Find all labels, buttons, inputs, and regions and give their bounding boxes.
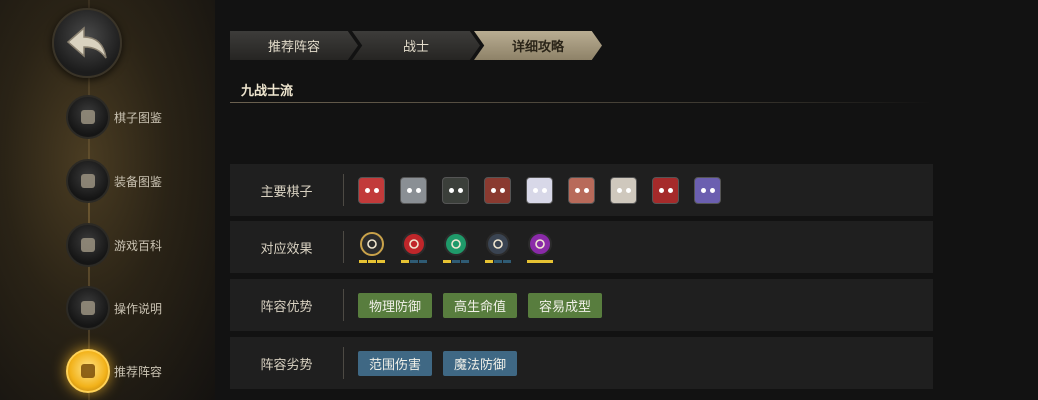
title-divider	[230, 102, 933, 103]
warrior-axe-icon	[359, 231, 384, 256]
pointer-hand-icon	[66, 286, 110, 330]
level-pip	[376, 259, 385, 263]
synergy-effect[interactable]	[400, 231, 427, 263]
breadcrumb: 推荐阵容 战士 详细攻略	[230, 31, 602, 60]
advantage-tag: 容易成型	[528, 292, 603, 318]
synergy-level-pips	[400, 259, 427, 263]
level-pip	[358, 259, 367, 263]
chess-piece-avatar[interactable]	[652, 176, 679, 204]
chess-piece-avatar[interactable]	[442, 176, 469, 204]
book-icon	[66, 223, 110, 267]
chess-piece-avatar[interactable]	[358, 176, 385, 204]
disadvantage-tag: 魔法防御	[443, 350, 518, 376]
sidebar-item-label: 棋子图鉴	[114, 110, 163, 125]
chessboard-icon	[66, 349, 110, 393]
advantage-tag: 高生命值	[443, 292, 518, 318]
level-pip	[367, 259, 376, 263]
breadcrumb-detail[interactable]: 详细攻略	[474, 31, 602, 60]
demon-skull-icon	[527, 231, 552, 256]
row-divider	[343, 347, 344, 379]
synergy-effect[interactable]	[526, 231, 553, 263]
synergy-effect[interactable]	[358, 231, 385, 263]
knight-helm-icon	[485, 231, 510, 256]
synergy-effect[interactable]	[442, 231, 469, 263]
level-pip	[460, 259, 469, 263]
level-pip	[409, 259, 418, 263]
sidebar-item-1[interactable]: 棋子图鉴	[66, 94, 162, 140]
paw-icon	[443, 231, 468, 256]
level-pip	[400, 259, 409, 263]
breadcrumb-recommend[interactable]: 推荐阵容	[230, 31, 358, 60]
back-button[interactable]	[52, 8, 122, 78]
advantages-label: 阵容优势	[260, 299, 313, 315]
main-pieces-row: 主要棋子	[230, 164, 933, 216]
level-pip	[451, 259, 460, 263]
chess-piece-avatar[interactable]	[484, 176, 511, 204]
sidebar-item-label: 装备图鉴	[114, 174, 163, 189]
synergy-effect[interactable]	[484, 231, 511, 263]
chess-piece-avatar[interactable]	[610, 176, 637, 204]
red-arc-icon	[401, 231, 426, 256]
breadcrumb-warrior[interactable]: 战士	[352, 31, 480, 60]
effects-label: 对应效果	[260, 241, 313, 257]
knight-chess-icon	[66, 95, 110, 139]
level-pip	[493, 259, 502, 263]
sidebar-item-4[interactable]: 操作说明	[66, 285, 162, 331]
chess-piece-avatar[interactable]	[526, 176, 553, 204]
disadvantages-label: 阵容劣势	[260, 357, 313, 373]
sidebar-item-label: 推荐阵容	[114, 364, 163, 379]
synergy-level-pips	[442, 259, 469, 263]
back-arrow-icon	[66, 26, 107, 59]
chess-piece-avatar[interactable]	[568, 176, 595, 204]
effects-row: 对应效果	[230, 221, 933, 273]
synergy-level-pips	[358, 259, 385, 263]
sidebar-item-label: 游戏百科	[114, 238, 163, 253]
disadvantages-row: 阵容劣势 范围伤害 魔法防御	[230, 337, 933, 389]
level-pip	[418, 259, 427, 263]
chess-piece-avatar[interactable]	[400, 176, 427, 204]
main-pieces-label: 主要棋子	[260, 184, 313, 200]
chess-piece-avatar[interactable]	[694, 176, 721, 204]
page-title: 九战士流	[241, 84, 294, 99]
sidebar-item-2[interactable]: 装备图鉴	[66, 158, 162, 204]
armor-icon	[66, 159, 110, 203]
row-divider	[343, 289, 344, 321]
synergy-level-pips	[526, 259, 553, 263]
sidebar-item-3[interactable]: 游戏百科	[66, 222, 162, 268]
row-divider	[343, 231, 344, 263]
row-divider	[343, 174, 344, 206]
level-pip	[442, 259, 451, 263]
sidebar-item-5[interactable]: 推荐阵容	[66, 348, 162, 394]
advantages-row: 阵容优势 物理防御 高生命值 容易成型	[230, 279, 933, 331]
advantage-tag: 物理防御	[358, 292, 433, 318]
disadvantage-tag: 范围伤害	[358, 350, 433, 376]
level-pip	[526, 259, 553, 263]
sidebar-item-label: 操作说明	[114, 301, 163, 316]
level-pip	[502, 259, 511, 263]
synergy-level-pips	[484, 259, 511, 263]
level-pip	[484, 259, 493, 263]
